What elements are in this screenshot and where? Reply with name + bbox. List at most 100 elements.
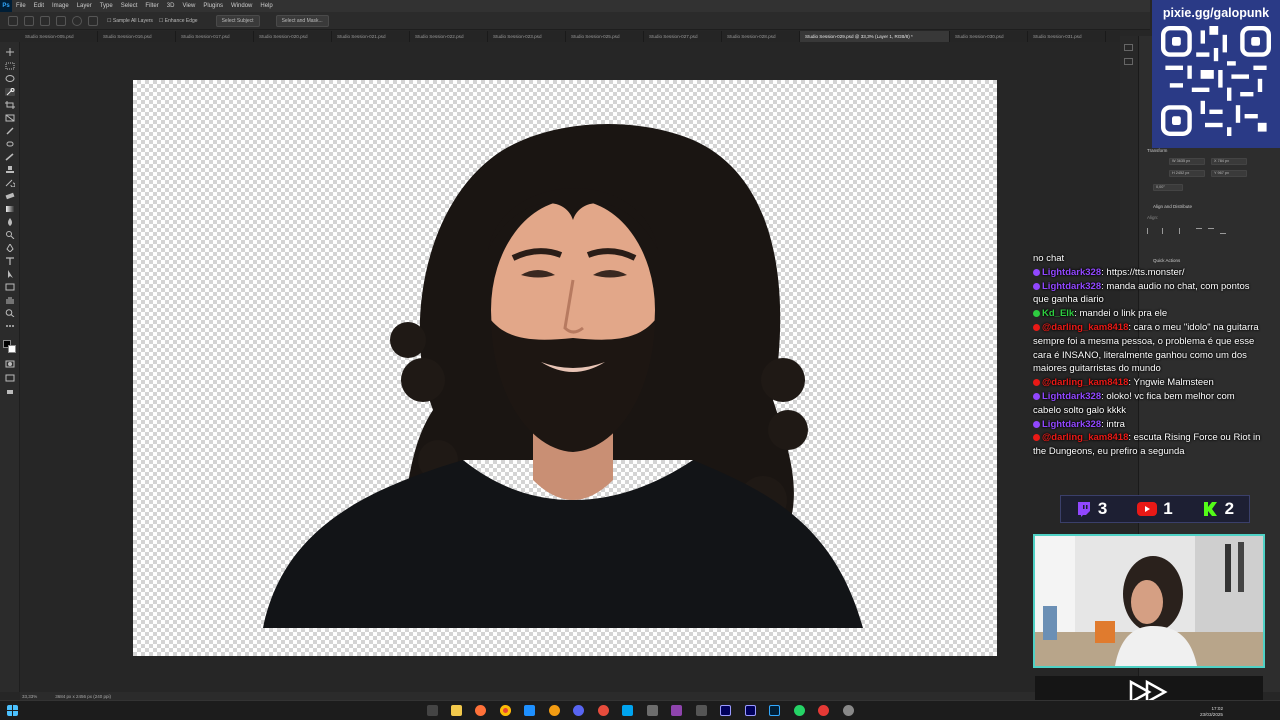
tab-document-active[interactable]: Studio Session-029.psd @ 33,3% (Layer 1,… <box>800 31 950 42</box>
app-icon[interactable] <box>671 705 682 716</box>
enhance-edge-checkbox[interactable]: ☐ Enhance Edge <box>159 18 198 24</box>
align-center-icon[interactable] <box>1162 228 1168 234</box>
tab-document[interactable]: Studio Session-021.psd <box>332 31 410 42</box>
photoshop-icon[interactable] <box>769 705 780 716</box>
home-icon[interactable] <box>8 15 18 26</box>
marquee-tool-icon[interactable] <box>5 62 15 70</box>
youtube-badge-icon <box>1033 323 1040 331</box>
chat-message: @darling_kam8418: cara o meu "idolo" na … <box>1033 321 1265 376</box>
tab-document[interactable]: Studio Session-031.psd <box>1028 31 1106 42</box>
tab-document[interactable]: Studio Session-017.psd <box>176 31 254 42</box>
history-brush-tool-icon[interactable] <box>5 179 15 187</box>
quick-selection-tool-icon[interactable] <box>5 88 15 96</box>
select-subject-button[interactable]: Select Subject <box>215 14 260 27</box>
app-icon[interactable] <box>524 705 535 716</box>
path-selection-tool-icon[interactable] <box>5 270 15 278</box>
tab-document[interactable]: Studio Session-028.psd <box>722 31 800 42</box>
add-to-selection-icon[interactable] <box>40 15 50 26</box>
menu-edit[interactable]: Edit <box>30 3 48 9</box>
brush-size-icon[interactable] <box>72 15 82 26</box>
eraser-tool-icon[interactable] <box>5 192 15 200</box>
swatches-panel-icon[interactable] <box>1124 58 1133 65</box>
height-field[interactable]: H 2452 px <box>1169 170 1205 177</box>
stamp-tool-icon[interactable] <box>5 166 15 174</box>
menu-3d[interactable]: 3D <box>163 3 179 9</box>
windows-start-icon[interactable] <box>7 705 18 716</box>
align-top-icon[interactable] <box>1196 228 1202 234</box>
tab-document[interactable]: Studio Session-025.psd <box>566 31 644 42</box>
app-icon[interactable] <box>598 705 609 716</box>
pen-tool-icon[interactable] <box>5 244 15 252</box>
tab-document[interactable]: Studio Session-005.psd <box>20 31 98 42</box>
menu-window[interactable]: Window <box>227 3 256 9</box>
eyedropper-tool-icon[interactable] <box>5 127 15 135</box>
after-effects-icon[interactable] <box>720 705 731 716</box>
tab-document[interactable]: Studio Session-016.psd <box>98 31 176 42</box>
tab-document[interactable]: Studio Session-023.psd <box>488 31 566 42</box>
brush-tool-icon[interactable] <box>5 153 15 161</box>
tab-document[interactable]: Studio Session-020.psd <box>254 31 332 42</box>
screen-mode-icon[interactable] <box>5 374 15 382</box>
dodge-tool-icon[interactable] <box>5 231 15 239</box>
crop-tool-icon[interactable] <box>5 101 15 109</box>
menu-select[interactable]: Select <box>117 3 142 9</box>
zoom-level[interactable]: 33,33% <box>22 694 37 699</box>
frame-tool-icon[interactable] <box>5 114 15 122</box>
angle-icon[interactable] <box>88 15 98 26</box>
app-icon[interactable] <box>647 705 658 716</box>
healing-brush-tool-icon[interactable] <box>5 140 15 148</box>
firefox-icon[interactable] <box>475 705 486 716</box>
system-clock[interactable]: 17:02 23/03/2025 <box>1200 706 1223 717</box>
tab-document[interactable]: Studio Session-022.psd <box>410 31 488 42</box>
document-size[interactable]: 3684 px x 2456 px (240 ppi) <box>55 694 111 699</box>
options-bar: ☐ Sample All Layers ☐ Enhance Edge Selec… <box>0 12 1150 30</box>
premiere-icon[interactable] <box>745 705 756 716</box>
select-and-mask-button[interactable]: Select and Mask... <box>275 14 329 27</box>
blur-tool-icon[interactable] <box>5 218 15 226</box>
file-explorer-icon[interactable] <box>451 705 462 716</box>
quick-selection-tool-icon[interactable] <box>24 15 34 26</box>
menu-view[interactable]: View <box>178 3 199 9</box>
app-icon[interactable] <box>622 705 633 716</box>
app-icon[interactable] <box>549 705 560 716</box>
subtract-selection-icon[interactable] <box>56 15 66 26</box>
menu-filter[interactable]: Filter <box>141 3 162 9</box>
more-tools-icon[interactable] <box>5 322 15 330</box>
artboard-icon[interactable] <box>5 388 15 396</box>
color-panel-icon[interactable] <box>1124 44 1133 51</box>
menu-type[interactable]: Type <box>96 3 117 9</box>
menu-plugins[interactable]: Plugins <box>199 3 227 9</box>
sample-all-layers-checkbox[interactable]: ☐ Sample All Layers <box>107 18 153 24</box>
move-tool-icon[interactable] <box>5 48 15 56</box>
rectangle-tool-icon[interactable] <box>5 283 15 291</box>
x-field[interactable]: X 784 px <box>1211 158 1247 165</box>
width-field[interactable]: W 3635 px <box>1169 158 1205 165</box>
chrome-icon[interactable] <box>500 705 511 716</box>
lasso-tool-icon[interactable] <box>5 75 15 83</box>
angle-field[interactable]: 0,00° <box>1153 184 1183 191</box>
document-canvas[interactable] <box>133 80 997 656</box>
tab-document[interactable]: Studio Session-027.psd <box>644 31 722 42</box>
menu-image[interactable]: Image <box>48 3 73 9</box>
align-bottom-icon[interactable] <box>1220 228 1226 234</box>
settings-icon[interactable] <box>843 705 854 716</box>
task-view-icon[interactable] <box>427 705 438 716</box>
menu-help[interactable]: Help <box>256 3 276 9</box>
menu-file[interactable]: File <box>12 3 30 9</box>
obs-record-icon[interactable] <box>818 705 829 716</box>
quick-mask-icon[interactable] <box>5 360 15 368</box>
align-left-icon[interactable] <box>1147 228 1153 234</box>
align-right-icon[interactable] <box>1174 228 1180 234</box>
y-field[interactable]: Y 967 px <box>1211 170 1247 177</box>
zoom-tool-icon[interactable] <box>5 309 15 317</box>
type-tool-icon[interactable] <box>5 257 15 265</box>
app-icon[interactable] <box>573 705 584 716</box>
menu-layer[interactable]: Layer <box>73 3 96 9</box>
tab-document[interactable]: Studio Session-030.psd <box>950 31 1028 42</box>
whatsapp-icon[interactable] <box>794 705 805 716</box>
hand-tool-icon[interactable] <box>5 296 15 304</box>
gradient-tool-icon[interactable] <box>5 205 15 213</box>
align-middle-icon[interactable] <box>1208 228 1214 234</box>
background-color-swatch[interactable] <box>8 345 16 353</box>
app-icon[interactable] <box>696 705 707 716</box>
